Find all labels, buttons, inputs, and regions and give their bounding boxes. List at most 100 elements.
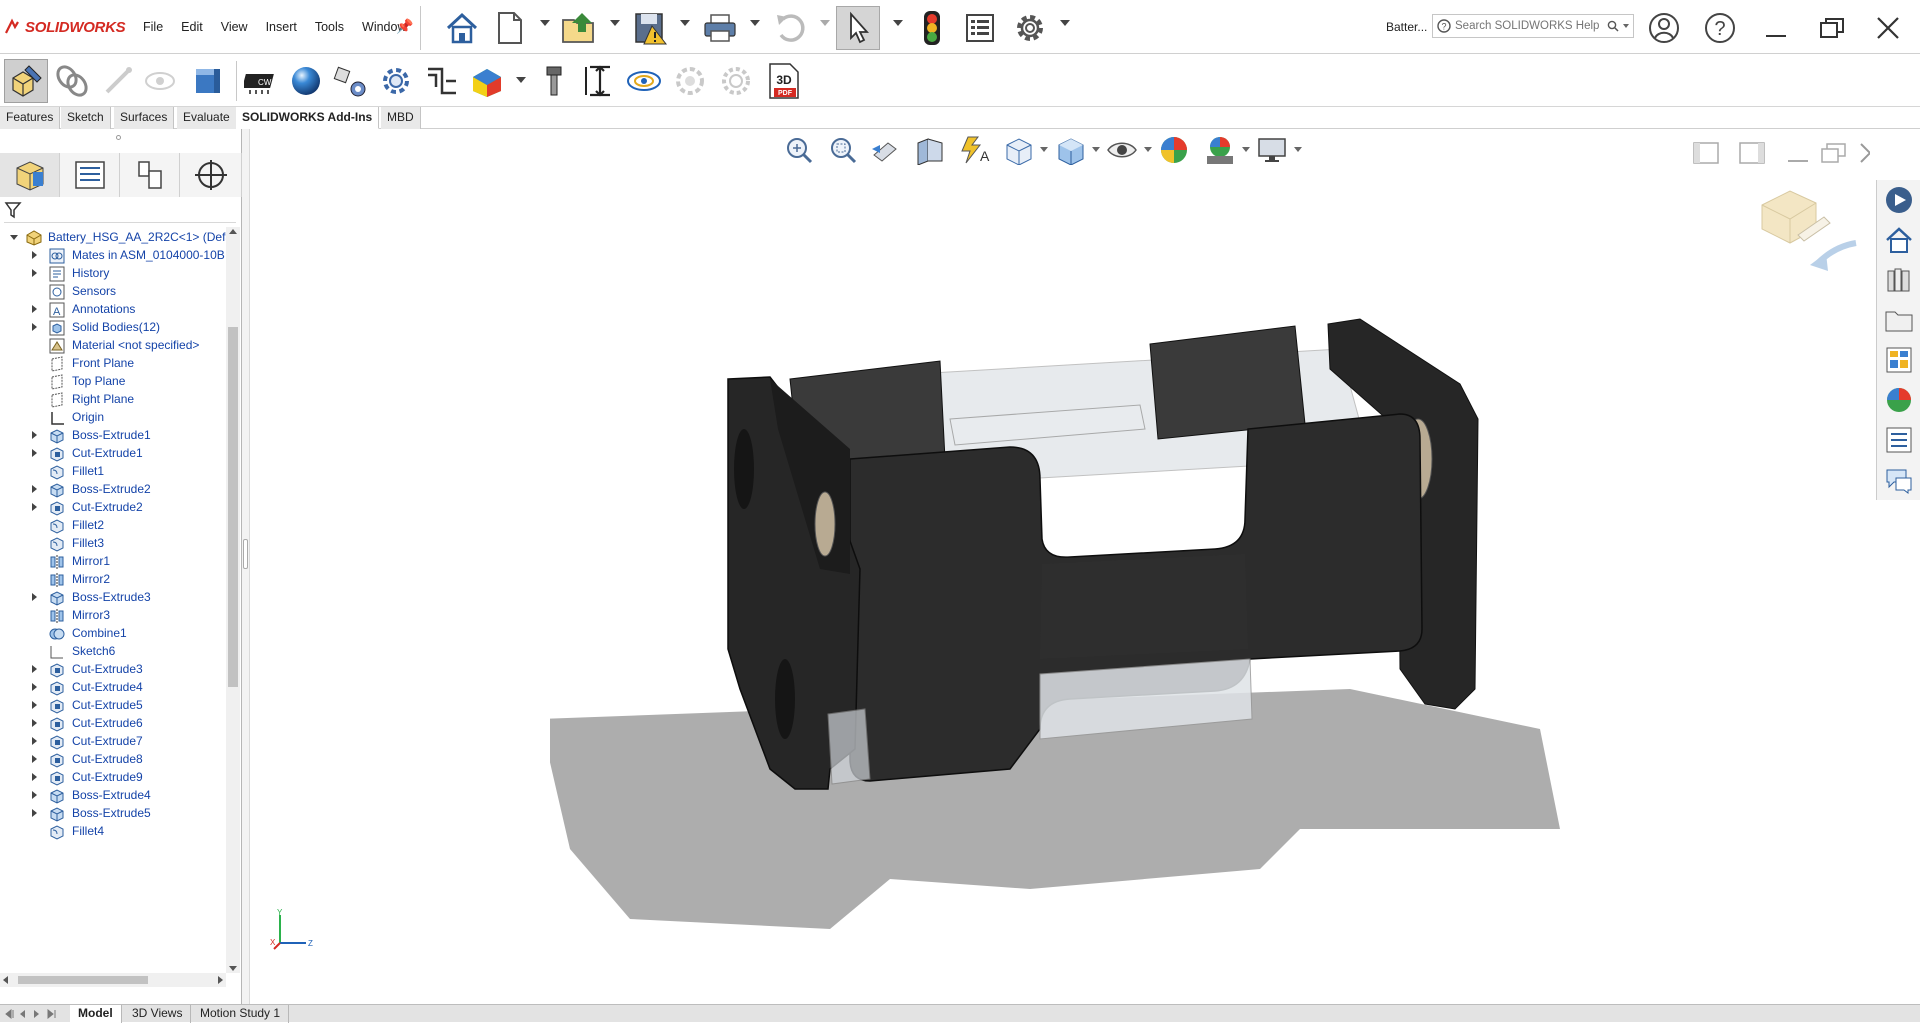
file-explorer-button[interactable] [1881, 262, 1917, 298]
home-button[interactable] [440, 6, 484, 50]
section-view-button[interactable] [910, 133, 950, 167]
hide-show-items-button[interactable] [1102, 133, 1142, 167]
tab-property-manager[interactable] [60, 153, 120, 197]
account-button[interactable] [1642, 6, 1686, 50]
tile-right-icon[interactable] [1738, 141, 1766, 165]
search-input[interactable] [1455, 20, 1603, 32]
apply-scene-dropdown[interactable] [1242, 147, 1250, 152]
expand-arrow-icon[interactable] [32, 431, 37, 439]
routing-button[interactable] [420, 59, 464, 103]
solidworks-logo[interactable]: SOLIDWORKS [4, 14, 126, 40]
expand-arrow-icon[interactable] [32, 449, 37, 457]
toolbox-button[interactable] [328, 59, 372, 103]
viewport-minimize-icon[interactable] [1786, 143, 1810, 165]
expand-arrow-icon[interactable] [32, 773, 37, 781]
expand-arrow-icon[interactable] [32, 323, 37, 331]
display-style-dropdown[interactable] [1092, 147, 1100, 152]
close-button[interactable] [1866, 6, 1910, 50]
options-button[interactable] [1008, 6, 1052, 50]
solidworks-cw-button[interactable]: CW [240, 59, 284, 103]
options-dropdown-arrow[interactable] [1060, 20, 1070, 26]
tile-left-icon[interactable] [1692, 141, 1720, 165]
appearances-button[interactable] [1881, 342, 1917, 378]
menu-tools[interactable]: Tools [306, 18, 353, 36]
expand-arrow-icon[interactable] [32, 791, 37, 799]
open-button[interactable] [558, 6, 602, 50]
3d-pdf-button[interactable]: 3D PDF [762, 59, 806, 103]
custom-properties-button[interactable] [1881, 422, 1917, 458]
tab-features[interactable]: Features [0, 107, 61, 129]
battery-holder-model[interactable] [550, 189, 1820, 939]
photoview-button[interactable] [284, 59, 328, 103]
zoom-to-area-button[interactable] [822, 133, 862, 167]
print-button[interactable] [698, 6, 742, 50]
panel-grip[interactable] [116, 135, 121, 140]
open-dropdown-arrow[interactable] [610, 20, 620, 26]
tab-configuration-manager[interactable] [120, 153, 180, 197]
save-dropdown-arrow[interactable] [680, 20, 690, 26]
menu-file[interactable]: File [134, 18, 172, 36]
help-button[interactable]: ? [1698, 6, 1742, 50]
help-search-box[interactable]: ? [1432, 14, 1634, 38]
costing-button[interactable] [714, 59, 758, 103]
simulation-button[interactable] [374, 59, 418, 103]
graphics-area[interactable]: A Y Z X [250, 129, 1870, 1005]
edit-appearance-button[interactable] [1154, 133, 1194, 167]
new-dropdown-arrow[interactable] [540, 20, 550, 26]
file-properties-button[interactable] [958, 6, 1002, 50]
view-orientation-button[interactable] [998, 133, 1038, 167]
view-settings-dropdown[interactable] [1294, 147, 1302, 152]
scroll-up-arrow[interactable] [229, 229, 237, 234]
motion-analysis-button[interactable] [668, 59, 712, 103]
search-dropdown-arrow[interactable] [1623, 24, 1629, 28]
flow-simulation-button[interactable] [466, 59, 510, 103]
scanto3d-button[interactable] [622, 59, 666, 103]
dynamic-annotation-button[interactable]: A [954, 133, 994, 167]
menu-insert[interactable]: Insert [257, 18, 306, 36]
tab-3d-views[interactable]: 3D Views [124, 1005, 192, 1023]
minimize-button[interactable] [1754, 6, 1798, 50]
tab-evaluate[interactable]: Evaluate [177, 107, 237, 129]
expand-arrow-icon[interactable] [32, 701, 37, 709]
print-dropdown-arrow[interactable] [750, 20, 760, 26]
hscroll-thumb[interactable] [18, 976, 148, 984]
expand-arrow-icon[interactable] [32, 251, 37, 259]
hide-show-dropdown[interactable] [1144, 147, 1152, 152]
tab-feature-tree[interactable] [0, 153, 60, 197]
undo-dropdown-arrow[interactable] [820, 20, 830, 26]
apply-scene-button[interactable] [1200, 133, 1240, 167]
flow-dropdown-arrow[interactable] [516, 77, 526, 83]
menu-view[interactable]: View [212, 18, 257, 36]
expand-arrow-icon[interactable] [32, 683, 37, 691]
new-document-button[interactable] [488, 6, 532, 50]
menu-edit[interactable]: Edit [172, 18, 212, 36]
rebuild-button[interactable] [910, 6, 954, 50]
viewport-restore-icon[interactable] [1820, 141, 1848, 165]
scroll-right-arrow[interactable] [218, 976, 223, 984]
tree-filter-bar[interactable] [4, 201, 236, 223]
scroll-down-arrow[interactable] [229, 966, 237, 971]
tree-item[interactable]: Fillet4 [0, 821, 226, 843]
forum-button[interactable] [1881, 462, 1917, 498]
smart-fasteners-button[interactable] [96, 59, 140, 103]
design-library-button[interactable] [1881, 222, 1917, 258]
plastics-button[interactable] [532, 59, 576, 103]
expand-arrow-icon[interactable] [32, 269, 37, 277]
tab-motion-study-1[interactable]: Motion Study 1 [192, 1005, 290, 1023]
expand-arrow-icon[interactable] [32, 719, 37, 727]
tree-horizontal-scrollbar[interactable] [0, 973, 226, 987]
view-palette-button[interactable] [1881, 302, 1917, 338]
viewport-close-icon[interactable] [1858, 141, 1870, 165]
expand-arrow-icon[interactable] [32, 755, 37, 763]
expand-arrow-icon[interactable] [32, 485, 37, 493]
expand-arrow-icon[interactable] [32, 593, 37, 601]
solidworks-resources-button[interactable] [1881, 182, 1917, 218]
tab-navigation-arrows[interactable] [4, 1007, 64, 1021]
tab-surfaces[interactable]: Surfaces [114, 107, 175, 129]
expand-arrow-icon[interactable] [32, 809, 37, 817]
tolanalyst-button[interactable] [578, 59, 622, 103]
scroll-left-arrow[interactable] [3, 976, 8, 984]
splitter-handle[interactable] [243, 539, 248, 569]
view-settings-button[interactable] [1252, 133, 1292, 167]
insert-components-button[interactable] [50, 59, 94, 103]
